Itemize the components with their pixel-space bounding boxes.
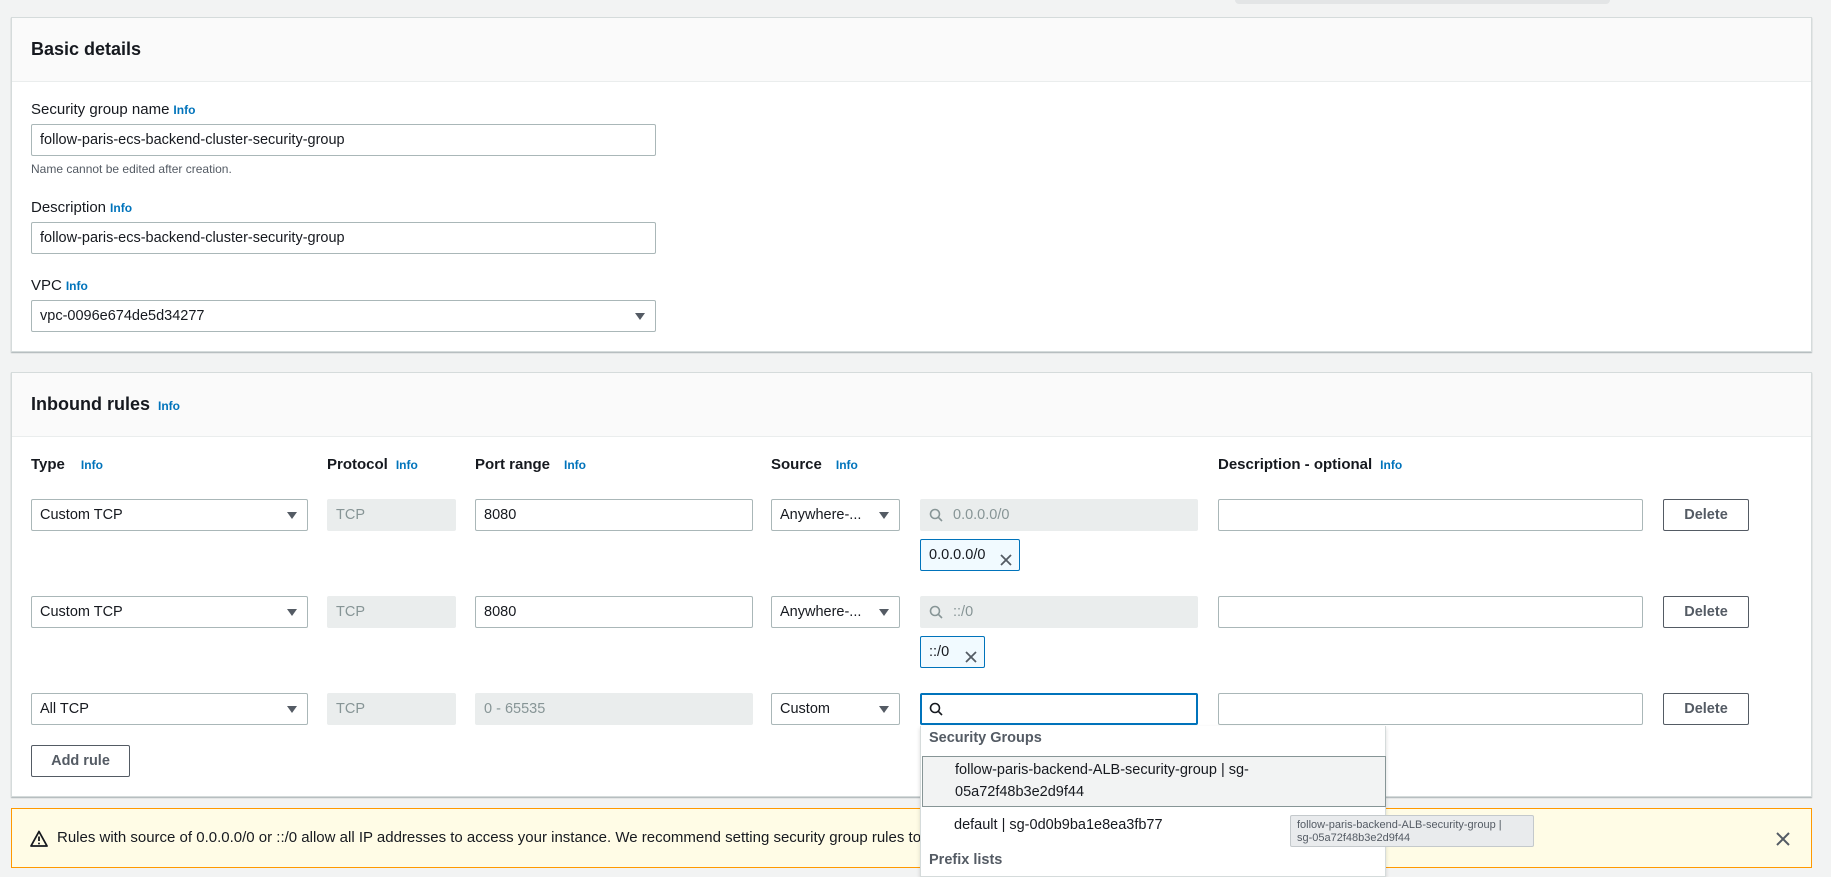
delete-rule-button[interactable]: Delete	[1663, 596, 1749, 628]
description-input[interactable]: follow-paris-ecs-backend-cluster-securit…	[31, 222, 656, 254]
info-link[interactable]: Info	[66, 279, 88, 293]
rule-type-select[interactable]: Custom TCP	[31, 596, 308, 628]
basic-details-title: Basic details	[31, 39, 142, 59]
rule-source-type-select[interactable]: Anywhere-...	[771, 499, 900, 531]
rule-source-type-select[interactable]: Custom	[771, 693, 900, 725]
source-token: 0.0.0.0/0	[920, 539, 1020, 571]
search-icon	[929, 508, 943, 522]
caret-down-icon	[287, 512, 297, 519]
security-group-name-hint: Name cannot be edited after creation.	[31, 162, 232, 176]
vpc-select-value: vpc-0096e674de5d34277	[40, 308, 205, 324]
rule-port-range-field: 0 - 65535	[475, 693, 753, 725]
basic-details-panel: Basic details Security group name Info fo…	[11, 17, 1812, 352]
info-link[interactable]: Info	[564, 458, 586, 472]
source-dropdown-menu: Security Groups follow-paris-backend-ALB…	[920, 726, 1386, 877]
rule-source-search-input[interactable]	[920, 693, 1198, 725]
rule-source-type-select[interactable]: Anywhere-...	[771, 596, 900, 628]
rule-type-value: Custom TCP	[40, 604, 123, 620]
column-header-source: Source Info	[771, 456, 858, 473]
tooltip-line: follow-paris-backend-ALB-security-group …	[1297, 819, 1502, 831]
rule-protocol-field: TCP	[327, 596, 456, 628]
description-label: Description Info	[31, 199, 133, 216]
rule-protocol-field: TCP	[327, 499, 456, 531]
search-icon	[929, 702, 943, 716]
rule-protocol-field: TCP	[327, 693, 456, 725]
column-header-description: Description - optional Info	[1218, 456, 1403, 473]
close-icon[interactable]	[999, 548, 1013, 566]
rule-port-range-input[interactable]: 8080	[475, 499, 753, 531]
caret-down-icon	[879, 706, 889, 713]
column-header-port-range: Port range Info	[475, 456, 587, 473]
inbound-rules-panel: Inbound rules Info Type Info Protocol Info …	[11, 372, 1812, 797]
dropdown-option-line: 05a72f48b3e2d9f44	[955, 784, 1085, 800]
rule-source-search[interactable]: 0.0.0.0/0	[920, 499, 1198, 531]
caret-down-icon	[287, 609, 297, 616]
search-icon	[929, 605, 943, 619]
caret-down-icon	[879, 609, 889, 616]
caret-down-icon	[879, 512, 889, 519]
close-icon[interactable]	[964, 645, 978, 663]
column-header-type: Type Info	[31, 456, 103, 473]
security-group-name-label: Security group name Info	[31, 101, 196, 118]
rule-type-select[interactable]: All TCP	[31, 693, 308, 725]
info-link[interactable]: Info	[173, 103, 195, 117]
info-link[interactable]: Info	[110, 201, 132, 215]
info-link[interactable]: Info	[81, 458, 103, 472]
rule-source-search-placeholder: ::/0	[953, 604, 974, 620]
rule-port-range-input[interactable]: 8080	[475, 596, 753, 628]
info-link[interactable]: Info	[158, 399, 180, 413]
caret-down-icon	[287, 706, 297, 713]
source-token-label: ::/0	[929, 644, 950, 660]
dropdown-option-line: follow-paris-backend-ALB-security-group …	[955, 762, 1249, 778]
rule-type-value: All TCP	[40, 701, 89, 717]
top-overlay-shadow	[1235, 0, 1610, 4]
info-link[interactable]: Info	[396, 458, 418, 472]
option-tooltip: follow-paris-backend-ALB-security-group …	[1290, 815, 1534, 847]
rule-source-type-value: Anywhere-...	[780, 507, 862, 523]
close-icon[interactable]	[1775, 831, 1791, 847]
dropdown-option-alb-security-group[interactable]: follow-paris-backend-ALB-security-group …	[922, 756, 1386, 807]
info-link[interactable]: Info	[1380, 458, 1402, 472]
dropdown-group-security-groups: Security Groups	[929, 730, 1042, 746]
rule-source-search-placeholder: 0.0.0.0/0	[953, 507, 1010, 523]
rule-description-input[interactable]	[1218, 596, 1643, 628]
basic-details-header: Basic details	[12, 18, 1811, 82]
column-header-protocol: Protocol Info	[327, 456, 418, 473]
rule-type-select[interactable]: Custom TCP	[31, 499, 308, 531]
rule-description-input[interactable]	[1218, 693, 1643, 725]
delete-rule-button[interactable]: Delete	[1663, 499, 1749, 531]
warning-icon	[30, 830, 48, 848]
rule-source-type-value: Custom	[780, 701, 830, 717]
warning-alert: Rules with source of 0.0.0.0/0 or ::/0 a…	[11, 808, 1812, 868]
dropdown-group-prefix-lists: Prefix lists	[929, 852, 1003, 868]
rule-description-input[interactable]	[1218, 499, 1643, 531]
warning-text: Rules with source of 0.0.0.0/0 or ::/0 a…	[57, 829, 972, 846]
delete-rule-button[interactable]: Delete	[1663, 693, 1749, 725]
rule-source-search[interactable]: ::/0	[920, 596, 1198, 628]
source-token-label: 0.0.0.0/0	[929, 547, 986, 563]
add-rule-button[interactable]: Add rule	[31, 745, 130, 777]
inbound-rules-header: Inbound rules Info	[12, 373, 1811, 437]
source-token: ::/0	[920, 636, 985, 668]
rule-source-type-value: Anywhere-...	[780, 604, 862, 620]
vpc-select[interactable]: vpc-0096e674de5d34277	[31, 300, 656, 332]
inbound-rules-title: Inbound rules Info	[31, 394, 180, 414]
rule-type-value: Custom TCP	[40, 507, 123, 523]
security-group-name-input[interactable]: follow-paris-ecs-backend-cluster-securit…	[31, 124, 656, 156]
tooltip-line: sg-05a72f48b3e2d9f44	[1297, 832, 1411, 844]
vpc-label: VPC Info	[31, 277, 88, 294]
info-link[interactable]: Info	[836, 458, 858, 472]
caret-down-icon	[635, 313, 645, 320]
